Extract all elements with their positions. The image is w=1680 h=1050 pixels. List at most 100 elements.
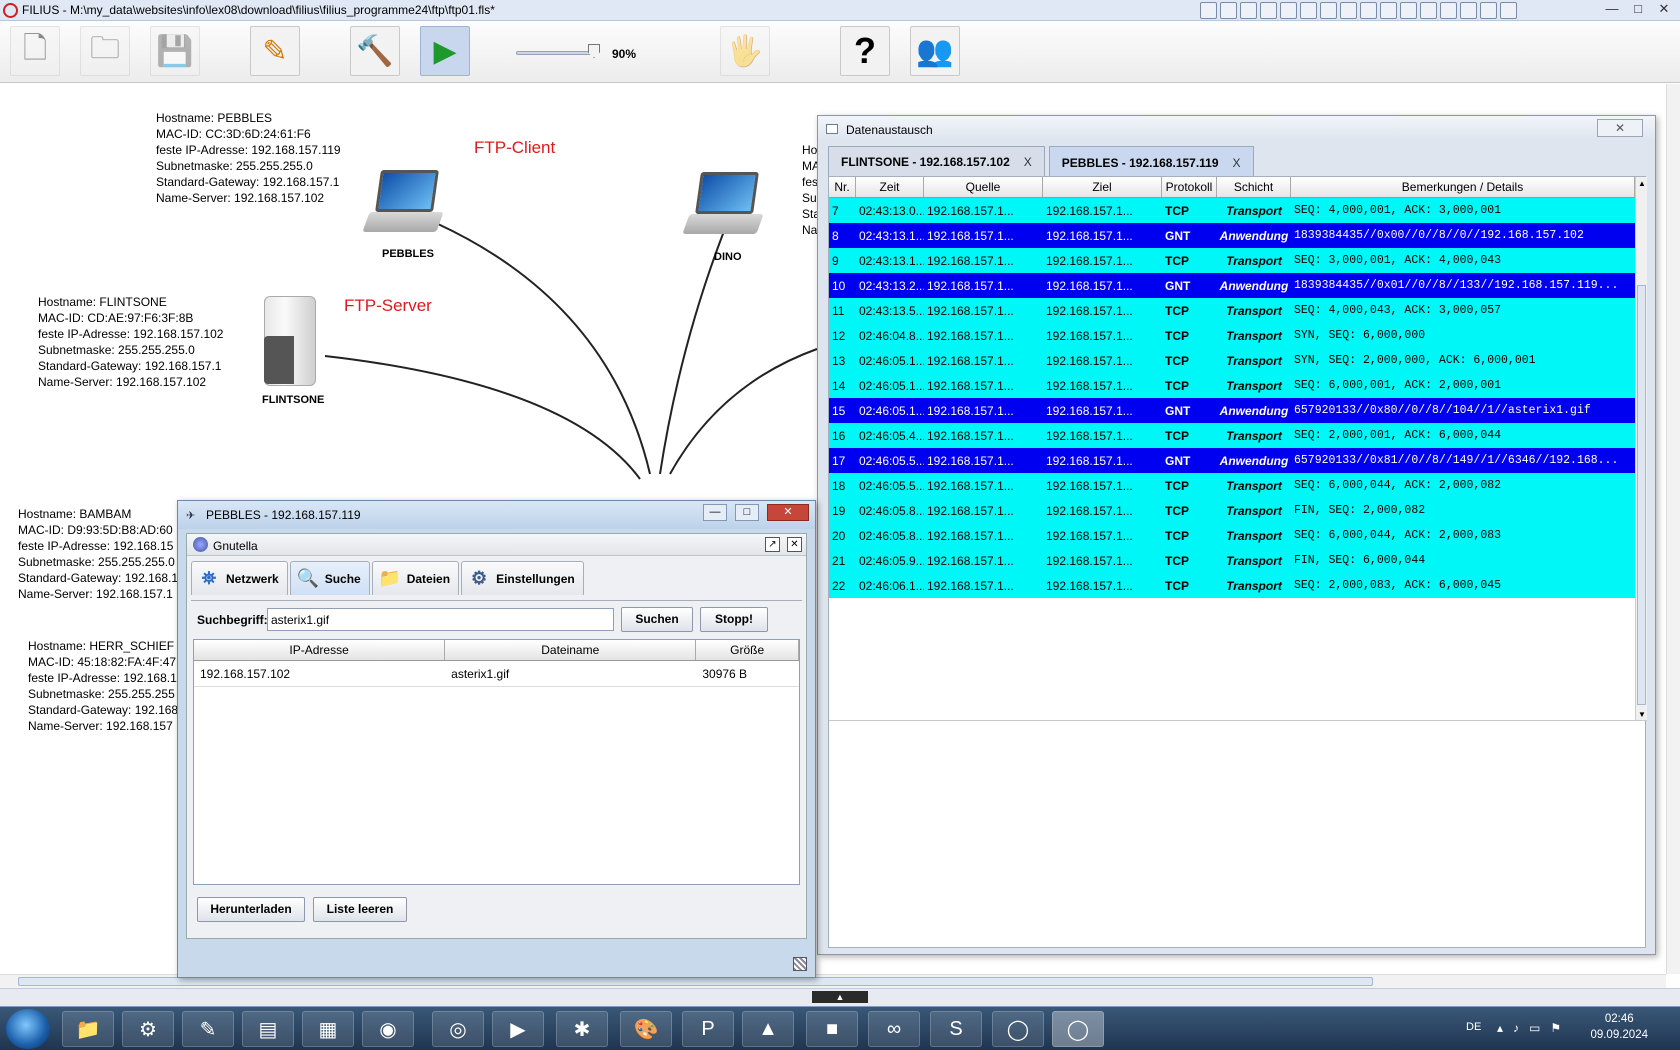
- results-table[interactable]: IP-Adresse Dateiname Größe 192.168.157.1…: [193, 639, 800, 885]
- scrollbar-thumb[interactable]: [18, 977, 1373, 986]
- quick-icon[interactable]: [1200, 2, 1217, 19]
- packet-row[interactable]: 13 02:46:05.1... 192.168.157.1... 192.168.1…: [829, 348, 1635, 373]
- zoom-slider[interactable]: [516, 51, 598, 55]
- canvas-vertical-scrollbar[interactable]: [1666, 84, 1680, 974]
- packet-row[interactable]: 10 02:43:13.2... 192.168.157.1... 192.168.1…: [829, 273, 1635, 298]
- close-button[interactable]: ✕: [1597, 119, 1643, 137]
- packet-row[interactable]: 20 02:46:05.8... 192.168.157.1... 192.168.1…: [829, 523, 1635, 548]
- maximize-button[interactable]: □: [735, 504, 759, 521]
- quick-icon[interactable]: [1220, 2, 1237, 19]
- search-button[interactable]: Suchen: [621, 607, 693, 632]
- packet-row[interactable]: 22 02:46:06.1... 192.168.157.1... 192.168.1…: [829, 573, 1635, 598]
- col-details[interactable]: Bemerkungen / Details: [1291, 177, 1635, 197]
- laptop-dino-icon[interactable]: [682, 166, 764, 240]
- scroll-up-icon[interactable]: ▲: [1638, 179, 1646, 188]
- packet-row[interactable]: 11 02:43:13.5... 192.168.157.1... 192.168.1…: [829, 298, 1635, 323]
- taskbar-app-icon[interactable]: ⚙: [122, 1011, 174, 1047]
- tab-einstellungen[interactable]: ⚙ Einstellungen: [461, 561, 584, 595]
- tab-suche[interactable]: 🔍 Suche: [289, 561, 370, 595]
- quick-icon[interactable]: [1500, 2, 1517, 19]
- quick-icon[interactable]: [1280, 2, 1297, 19]
- packet-row[interactable]: 19 02:46:05.8... 192.168.157.1... 192.168.1…: [829, 498, 1635, 523]
- quick-icon[interactable]: [1320, 2, 1337, 19]
- packet-row[interactable]: 12 02:46:04.8... 192.168.157.1... 192.168.1…: [829, 323, 1635, 348]
- hammer-icon[interactable]: 🔨: [350, 26, 400, 76]
- col-zeit[interactable]: Zeit: [856, 177, 924, 197]
- scroll-down-icon[interactable]: ▼: [1638, 710, 1646, 719]
- clock[interactable]: 02:46 09.09.2024: [1590, 1011, 1648, 1043]
- info-icon[interactable]: 👥: [910, 26, 960, 76]
- open-folder-icon[interactable]: 🗀: [80, 26, 130, 76]
- server-flintsone-icon[interactable]: [252, 296, 322, 388]
- minimize-button[interactable]: —: [703, 504, 727, 521]
- taskbar-app-icon[interactable]: ▤: [242, 1011, 294, 1047]
- packet-row[interactable]: 7 02:43:13.0... 192.168.157.1... 192.168.15…: [829, 198, 1635, 223]
- quick-icon[interactable]: [1480, 2, 1497, 19]
- packet-row[interactable]: 21 02:46:05.9... 192.168.157.1... 192.168.1…: [829, 548, 1635, 573]
- clear-list-button[interactable]: Liste leeren: [313, 897, 407, 922]
- taskbar-calculator-icon[interactable]: ▦: [302, 1011, 354, 1047]
- quick-icon[interactable]: [1460, 2, 1477, 19]
- quick-icon[interactable]: [1340, 2, 1357, 19]
- resize-grip-icon[interactable]: [793, 957, 807, 971]
- taskbar-p-icon[interactable]: P: [682, 1011, 734, 1047]
- pebbles-titlebar[interactable]: ✈ PEBBLES - 192.168.157.119 — □ ✕: [178, 501, 815, 529]
- quick-icon[interactable]: [1440, 2, 1457, 19]
- taskbar-media-icon[interactable]: ▶: [492, 1011, 544, 1047]
- tab-close-icon[interactable]: X: [1233, 156, 1241, 170]
- taskbar-paint-icon[interactable]: 🎨: [620, 1011, 672, 1047]
- download-button[interactable]: Herunterladen: [197, 897, 305, 922]
- col-dateiname[interactable]: Dateiname: [445, 640, 697, 660]
- close-icon[interactable]: ✕: [787, 537, 802, 552]
- taskbar-app-icon[interactable]: ▲: [742, 1011, 794, 1047]
- packet-row[interactable]: 17 02:46:05.5... 192.168.157.1... 192.168.1…: [829, 448, 1635, 473]
- taskbar-app-icon[interactable]: ■: [806, 1011, 858, 1047]
- stop-button[interactable]: Stopp!: [700, 607, 768, 632]
- quick-icon[interactable]: [1260, 2, 1277, 19]
- quick-icon[interactable]: [1360, 2, 1377, 19]
- packet-row[interactable]: 14 02:46:05.1... 192.168.157.1... 192.168.1…: [829, 373, 1635, 398]
- tab-pebbles[interactable]: PEBBLES - 192.168.157.119 X: [1048, 146, 1254, 178]
- zoom-slider-thumb[interactable]: [588, 44, 600, 58]
- tab-close-icon[interactable]: X: [1024, 155, 1032, 169]
- documentation-icon[interactable]: 🖐: [720, 26, 770, 76]
- expand-panel-icon[interactable]: ▲: [812, 991, 868, 1003]
- maximize-button[interactable]: □: [1628, 1, 1648, 17]
- system-tray-icons[interactable]: ▴♪▭⚑: [1497, 1021, 1571, 1035]
- start-button[interactable]: [6, 1009, 50, 1049]
- packet-row[interactable]: 8 02:43:13.1... 192.168.157.1... 192.168.15…: [829, 223, 1635, 248]
- search-input[interactable]: [267, 608, 614, 631]
- col-nr[interactable]: Nr.: [829, 177, 856, 197]
- language-indicator[interactable]: DE: [1466, 1021, 1481, 1033]
- col-ziel[interactable]: Ziel: [1043, 177, 1162, 197]
- taskbar-chrome-icon[interactable]: ◎: [432, 1011, 484, 1047]
- taskbar-globe-icon[interactable]: ◉: [362, 1011, 414, 1047]
- col-schicht[interactable]: Schicht: [1217, 177, 1291, 197]
- help-icon[interactable]: ?: [840, 26, 890, 76]
- quick-icon[interactable]: [1240, 2, 1257, 19]
- tab-dateien[interactable]: 📁 Dateien: [371, 561, 460, 595]
- taskbar-s-icon[interactable]: S: [930, 1011, 982, 1047]
- packet-table[interactable]: Nr. Zeit Quelle Ziel Protokoll Schicht B…: [829, 177, 1647, 721]
- taskbar-arduino-icon[interactable]: ∞: [868, 1011, 920, 1047]
- col-groesse[interactable]: Größe: [696, 640, 799, 660]
- quick-icon[interactable]: [1420, 2, 1437, 19]
- taskbar-ring-icon[interactable]: ◯: [992, 1011, 1044, 1047]
- table-row[interactable]: 192.168.157.102 asterix1.gif 30976 B: [194, 661, 799, 687]
- packet-row[interactable]: 15 02:46:05.1... 192.168.157.1... 192.168.1…: [829, 398, 1635, 423]
- col-quelle[interactable]: Quelle: [924, 177, 1043, 197]
- minimize-button[interactable]: —: [1602, 1, 1622, 17]
- col-protokoll[interactable]: Protokoll: [1162, 177, 1217, 197]
- packet-row[interactable]: 18 02:46:05.5... 192.168.157.1... 192.168.1…: [829, 473, 1635, 498]
- quick-icon[interactable]: [1300, 2, 1317, 19]
- tab-flintsone[interactable]: FLINTSONE - 192.168.157.102 X: [828, 146, 1045, 176]
- undock-icon[interactable]: ↗: [765, 537, 780, 552]
- pencil-icon[interactable]: ✎: [250, 26, 300, 76]
- packet-row[interactable]: 9 02:43:13.1... 192.168.157.1... 192.168.15…: [829, 248, 1635, 273]
- save-icon[interactable]: 💾: [150, 26, 200, 76]
- taskbar-filius-icon[interactable]: ◯: [1052, 1011, 1104, 1047]
- quick-icon[interactable]: [1380, 2, 1397, 19]
- scrollbar-thumb[interactable]: [1637, 285, 1646, 705]
- play-icon[interactable]: ▶: [420, 26, 470, 76]
- taskbar-explorer-icon[interactable]: 📁: [62, 1011, 114, 1047]
